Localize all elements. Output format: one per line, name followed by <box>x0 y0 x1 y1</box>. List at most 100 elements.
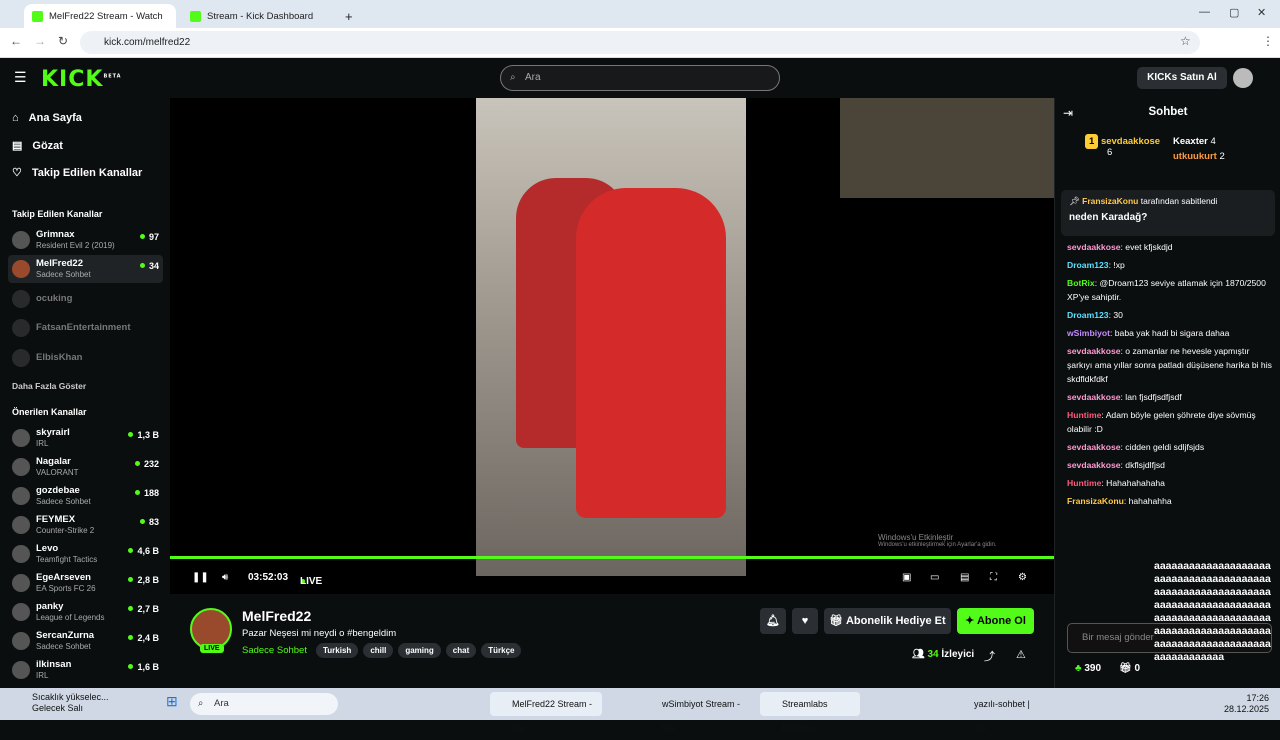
recommended-channel[interactable]: ilkinsan IRL 1,6 B <box>8 656 163 684</box>
chat-message: BotRix: @Droam123 seviye atlamak için 18… <box>1067 278 1266 302</box>
forward-icon[interactable]: → <box>34 34 46 48</box>
tag-chip[interactable]: chat <box>445 643 477 658</box>
buy-kicks-button[interactable]: KICKs Satın Al <box>1137 67 1227 89</box>
followed-channel-offline[interactable]: ElbisKhan <box>8 344 163 372</box>
recommended-channel[interactable]: gozdebae Sadece Sohbet 188 <box>8 482 163 510</box>
pin-icon: 📌︎ <box>1069 196 1083 206</box>
taskbar-app-edge[interactable]: wSimbiyot Stream - Wa <box>640 692 752 733</box>
theater-mode-icon[interactable]: ▭ <box>930 572 939 583</box>
tag-chip[interactable]: Türkçe <box>481 643 522 658</box>
weather-widget[interactable]: Sıcaklık yükselec... Gelecek Salı <box>32 692 109 714</box>
followed-channel-offline[interactable]: FatsanEntertainment <box>8 314 163 342</box>
menu-kebab-icon[interactable]: ⋮ <box>1262 34 1274 48</box>
home-icon: ⌂ <box>12 112 19 124</box>
rank-badge: 1 <box>1085 134 1099 149</box>
leaderboard-third: utkuukurt 2 <box>1173 151 1225 162</box>
user-avatar[interactable] <box>1233 68 1253 88</box>
chat-message: Droam123: !xp <box>1067 260 1125 270</box>
followed-channels-heading: Takip Edilen Kanallar <box>12 209 103 219</box>
chat-title: Sohbet <box>1148 106 1188 118</box>
tag-chip[interactable]: Turkish <box>316 643 359 658</box>
kick-logo[interactable]: KICKBETA <box>41 67 122 92</box>
gift-count[interactable]: 🎁︎ 0 <box>1119 663 1140 674</box>
fullscreen-icon[interactable]: ⛶ <box>990 572 997 583</box>
video-player[interactable]: Windows'u Etkinleştir Windows'u etkinleşt… <box>170 98 1054 594</box>
channel-avatar <box>12 429 30 447</box>
channel-avatar <box>12 545 30 563</box>
leaderboard-second: Keaxter 4 <box>1173 136 1216 147</box>
reload-icon[interactable]: ↻ <box>58 34 68 48</box>
pip-icon[interactable]: ▣ <box>902 572 911 583</box>
report-icon[interactable]: ⚠ <box>1016 648 1026 661</box>
tab-kick-dashboard[interactable]: Stream - Kick Dashboard <box>182 4 342 28</box>
leaderboard-first: 1 sevdaakkose 6 <box>1085 134 1160 158</box>
star-icon: ✦ <box>965 615 977 627</box>
taskbar-search[interactable]: ⌕ Ara <box>190 693 338 715</box>
chat-spam-overlay: aaaaaaaaaaaaaaaaaaaaaaaaaaaaaaaaaaaaaaaa… <box>1154 560 1271 663</box>
volume-icon[interactable]: 🔊︎ <box>222 572 228 583</box>
stream-progress-bar[interactable] <box>170 556 1054 559</box>
channel-avatar <box>12 516 30 534</box>
recommended-channel[interactable]: panky League of Legends 2,7 B <box>8 598 163 626</box>
taskbar-app-streamlabs[interactable]: Streamlabs Desktop <box>760 692 860 733</box>
pinned-message[interactable]: 📌︎ FransizaKonu tarafından sabitlendi ne… <box>1061 190 1275 236</box>
followed-channel[interactable]: Grimnax Resident Evil 2 (2019) 97 <box>8 226 163 254</box>
recommended-channel[interactable]: Levo Teamfight Tactics 4,6 B <box>8 540 163 568</box>
taskbar-app-discord[interactable]: yazılı-sohbet | wS <box>952 692 1042 733</box>
channel-avatar <box>12 349 30 367</box>
channel-avatar <box>12 260 30 278</box>
recommended-channel[interactable]: SercanZurna Sadece Sohbet 2,4 B <box>8 627 163 655</box>
tag-chip[interactable]: gaming <box>398 643 441 658</box>
bookmark-star-icon[interactable]: ☆ <box>1180 34 1191 48</box>
show-more-link[interactable]: Daha Fazla Göster <box>12 381 86 391</box>
channel-avatar <box>12 661 30 679</box>
windows-watermark: Windows'u Etkinleştir Windows'u etkinleşt… <box>878 533 997 548</box>
maximize-icon[interactable]: ▢ <box>1229 6 1239 19</box>
followed-channel-active[interactable]: MelFred22 Sadece Sohbet 34 <box>8 255 163 283</box>
channel-avatar <box>12 603 30 621</box>
windows-start-icon[interactable]: ⊞ <box>166 693 178 710</box>
recommended-channel[interactable]: FEYMEX Counter-Strike 2 83 <box>8 511 163 539</box>
channel-points[interactable]: ♣ 390 <box>1075 663 1101 674</box>
notification-bell-icon[interactable]: 🔔︎ <box>760 608 786 634</box>
recommended-channel[interactable]: skyrairl IRL 1,3 B <box>8 424 163 452</box>
settings-gear-icon[interactable]: ⚙ <box>1018 572 1027 583</box>
recommended-channel[interactable]: Nagalar VALORANT 232 <box>8 453 163 481</box>
search-icon: ⌕ <box>510 72 516 83</box>
chat-message: wSimbiyot: baba yak hadi bi sigara dahaa <box>1067 328 1230 338</box>
chat-message: Droam123: 30 <box>1067 310 1123 320</box>
close-window-icon[interactable]: ✕ <box>1257 6 1266 19</box>
taskbar-app-chrome[interactable]: MelFred22 Stream - Wa <box>490 692 602 733</box>
follow-heart-icon[interactable]: ♥ <box>792 608 818 634</box>
nav-following[interactable]: ♡ Takip Edilen Kanallar <box>12 166 142 180</box>
points-icon: ♣ <box>1075 663 1085 674</box>
recommended-channel[interactable]: EgeArseven EA Sports FC 26 2,8 B <box>8 569 163 597</box>
share-icon[interactable]: ⤴ <box>984 648 995 664</box>
back-icon[interactable]: ← <box>10 34 22 48</box>
viewer-count: 👥︎ 34 İzleyici <box>912 649 975 660</box>
new-tab-button[interactable]: + <box>345 4 361 28</box>
address-bar-row: ← → ↻ kick.com/melfred22 ☆ ⋮ <box>0 28 1280 58</box>
followed-channel-offline[interactable]: ocuking <box>8 285 163 313</box>
search-input[interactable]: ⌕ Ara <box>500 65 780 91</box>
tab-melfred22[interactable]: MelFred22 Stream - Watch <box>24 4 176 28</box>
channel-avatar <box>12 632 30 650</box>
channel-avatar <box>12 319 30 337</box>
nav-home[interactable]: ⌂ Ana Sayfa <box>12 112 82 124</box>
search-icon: ⌕ <box>198 698 204 709</box>
tag-chip[interactable]: chill <box>363 643 394 658</box>
stream-tags: Turkish chill gaming chat Türkçe <box>316 643 522 658</box>
stream-title: Pazar Neşesi mi neydi o #bengeldim <box>242 628 397 639</box>
subscribe-button[interactable]: ✦ Abone Ol <box>957 608 1034 634</box>
clip-icon[interactable]: ▤ <box>960 572 969 583</box>
pause-icon[interactable]: ❚❚ <box>192 572 209 583</box>
chat-message: sevdaakkose: dkflsjdlfjsd <box>1067 460 1165 470</box>
url-field[interactable]: kick.com/melfred22 <box>80 31 1200 54</box>
stream-category[interactable]: Sadece Sohbet <box>242 645 307 656</box>
streamer-name[interactable]: MelFred22 <box>242 608 311 624</box>
hamburger-menu-icon[interactable]: ☰ <box>14 69 27 86</box>
taskbar-clock[interactable]: 17:26 28.12.2025 <box>1224 693 1269 715</box>
minimize-icon[interactable]: — <box>1199 6 1210 18</box>
gift-subscription-button[interactable]: 🎁︎ Abonelik Hediye Et <box>824 608 951 634</box>
nav-browse[interactable]: ▤ Gözat <box>12 139 63 153</box>
